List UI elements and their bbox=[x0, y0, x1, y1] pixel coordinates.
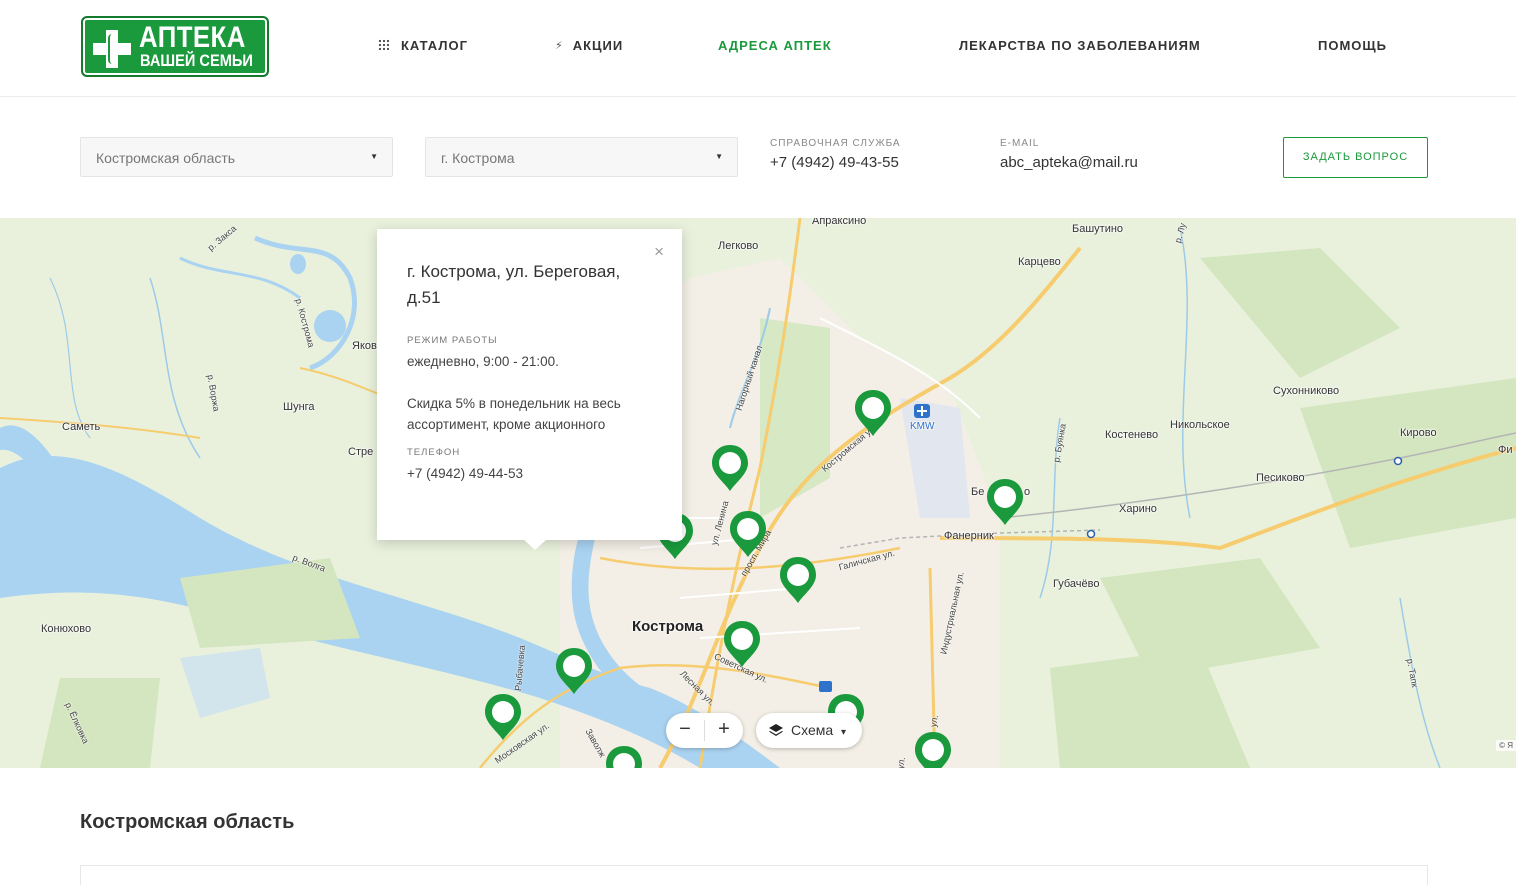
caret-down-icon: ▼ bbox=[715, 152, 723, 161]
pharmacy-info-popup: × г. Кострома, ул. Береговая, д.51 РЕЖИМ… bbox=[377, 229, 682, 550]
nav-catalog[interactable]: КАТАЛОГ bbox=[378, 38, 468, 53]
place-label: Фи bbox=[1498, 444, 1513, 456]
nav-help[interactable]: ПОМОЩЬ bbox=[1318, 38, 1387, 53]
place-label: Песиково bbox=[1256, 472, 1305, 484]
place-label: Стре bbox=[348, 446, 374, 458]
nav-addresses[interactable]: АДРЕСА АПТЕК bbox=[718, 38, 832, 53]
pharmacy-pin-icon[interactable] bbox=[985, 477, 1025, 527]
pharmacy-pin-icon[interactable] bbox=[722, 619, 762, 669]
place-label: Саметь bbox=[62, 421, 101, 433]
zoom-control: − + bbox=[666, 713, 743, 748]
site-header: АПТЕКА ВАШЕЙ СЕМЬИ КАТАЛОГ ⚡ АКЦИИ АДРЕСА… bbox=[0, 0, 1516, 97]
place-label: Костенево bbox=[1105, 429, 1159, 441]
street-label: ул. bbox=[928, 714, 941, 728]
phone-label: СПРАВОЧНАЯ СЛУЖБА bbox=[770, 138, 901, 149]
place-label: Конюхово bbox=[41, 623, 92, 635]
map-copyright[interactable]: © Я bbox=[1496, 740, 1516, 751]
email-label: E-MAIL bbox=[1000, 138, 1040, 149]
place-label: Кирово bbox=[1400, 427, 1437, 439]
place-label: Шунга bbox=[283, 401, 315, 413]
pharmacy-pin-icon[interactable] bbox=[604, 744, 644, 768]
place-label: Апраксино bbox=[812, 218, 867, 227]
city-select[interactable]: г. Кострома ▼ bbox=[425, 137, 738, 177]
place-label: Карцево bbox=[1018, 256, 1061, 268]
layers-icon bbox=[769, 724, 783, 736]
place-label: Бе bbox=[971, 486, 985, 498]
email-value[interactable]: abc_apteka@mail.ru bbox=[1000, 154, 1138, 171]
street-label: ул. bbox=[895, 756, 908, 768]
place-label: Никольское bbox=[1170, 419, 1230, 431]
place-label: Фанерник bbox=[944, 530, 994, 542]
nav-promo[interactable]: ⚡ АКЦИИ bbox=[555, 38, 623, 53]
popup-address: г. Кострома, ул. Береговая, д.51 bbox=[407, 262, 621, 307]
place-label: Губачёво bbox=[1053, 578, 1100, 590]
phone-value[interactable]: +7 (4942) 49-43-55 bbox=[770, 154, 899, 171]
section-title: Костромская область bbox=[80, 811, 295, 833]
caret-down-icon: ▼ bbox=[370, 152, 378, 161]
pharmacy-pin-icon[interactable] bbox=[778, 555, 818, 605]
grid-icon bbox=[378, 39, 389, 50]
place-label: Яков bbox=[352, 340, 377, 352]
pharmacy-pin-icon[interactable] bbox=[483, 692, 523, 742]
nav-promo-label: АКЦИИ bbox=[572, 38, 624, 53]
pharmacy-map[interactable]: Апраксино Башутино Легково Карцево Яков … bbox=[0, 218, 1516, 768]
city-label: Кострома bbox=[632, 618, 704, 635]
map-layer-button[interactable]: Схема ▾ bbox=[756, 713, 862, 748]
map-base bbox=[0, 218, 1516, 768]
map-layer-label: Схема bbox=[791, 722, 834, 738]
logo-subtitle: ВАШЕЙ СЕМЬИ bbox=[140, 51, 253, 70]
pharmacy-pin-icon[interactable] bbox=[853, 388, 893, 438]
region-select[interactable]: Костромская область ▼ bbox=[80, 137, 393, 177]
popup-phone[interactable]: +7 (4942) 49-44-53 bbox=[407, 463, 652, 484]
ask-question-button[interactable]: ЗАДАТЬ ВОПРОС bbox=[1283, 137, 1428, 178]
nav-diseases[interactable]: ЛЕКАРСТВА ПО ЗАБОЛЕВАНИЯМ bbox=[959, 38, 1201, 53]
pharmacy-pin-icon[interactable] bbox=[710, 443, 750, 493]
place-label: Башутино bbox=[1072, 223, 1124, 235]
place-label: Легково bbox=[718, 240, 759, 252]
logo[interactable]: АПТЕКА ВАШЕЙ СЕМЬИ bbox=[81, 16, 269, 77]
pharmacy-cross-icon bbox=[93, 30, 131, 68]
nav-catalog-label: КАТАЛОГ bbox=[401, 38, 468, 53]
pharmacy-pin-icon[interactable] bbox=[728, 509, 768, 559]
popup-hours: ежедневно, 9:00 - 21:00. bbox=[407, 354, 559, 369]
popup-hours-label: РЕЖИМ РАБОТЫ bbox=[407, 335, 498, 346]
pharmacy-pin-icon[interactable] bbox=[913, 730, 953, 768]
popup-note: Скидка 5% в понедельник на весь ассортим… bbox=[407, 396, 621, 432]
zoom-in-button[interactable]: + bbox=[705, 713, 743, 748]
caret-down-icon: ▾ bbox=[841, 727, 847, 738]
region-select-value: Костромская область bbox=[96, 150, 236, 166]
place-label: Сухонниково bbox=[1273, 385, 1340, 397]
popup-phone-label: ТЕЛЕФОН bbox=[407, 447, 461, 458]
pharmacy-list bbox=[80, 865, 1428, 885]
close-icon[interactable]: × bbox=[654, 242, 664, 262]
pharmacy-pin-icon[interactable] bbox=[554, 646, 594, 696]
airport-label: KMW bbox=[910, 421, 935, 432]
city-select-value: г. Кострома bbox=[441, 150, 515, 166]
zoom-out-button[interactable]: − bbox=[666, 713, 704, 748]
place-label: Харино bbox=[1119, 503, 1157, 515]
logo-title: АПТЕКА bbox=[139, 21, 246, 54]
lightning-icon: ⚡ bbox=[555, 40, 564, 52]
